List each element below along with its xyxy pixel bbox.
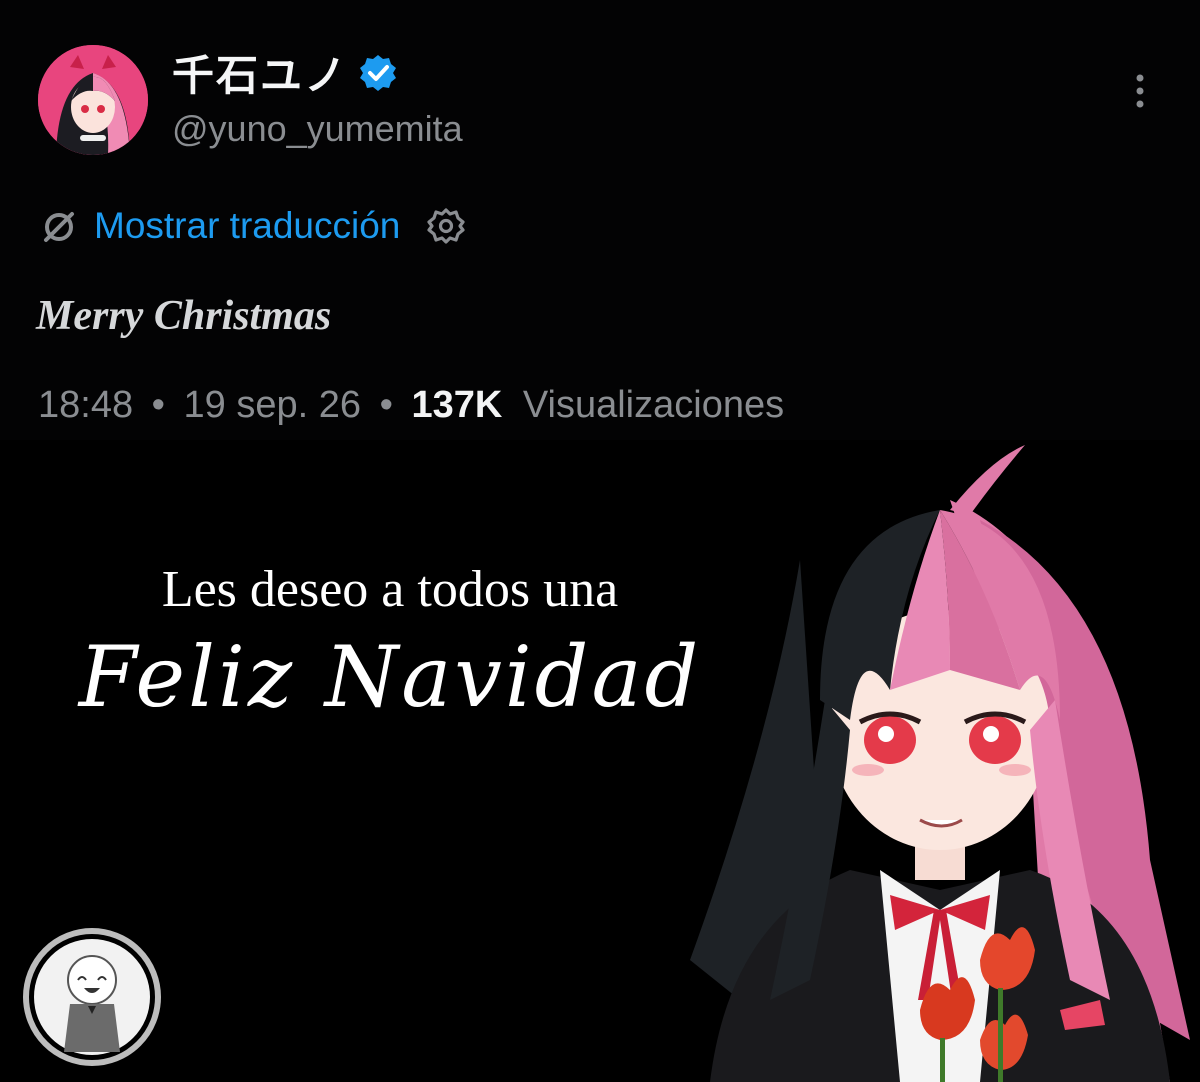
tweet-text: Merry Christmas	[36, 293, 332, 339]
watermark-logo	[23, 928, 161, 1066]
tweet-time[interactable]: 18:48	[38, 384, 133, 426]
display-name[interactable]: 千石ユノ	[172, 42, 348, 103]
verified-badge-icon	[360, 54, 397, 91]
tweet-card: 千石ユノ @yuno_yumemita Mostrar traducción M…	[0, 0, 1200, 440]
translate-icon	[44, 212, 74, 242]
user-handle[interactable]: @yuno_yumemita	[172, 108, 463, 150]
tweet-meta: 18:48 • 19 sep. 26 • 137K Visualizacione…	[38, 384, 784, 427]
views-count: 137K	[411, 384, 503, 426]
more-vertical-icon[interactable]	[1124, 70, 1156, 114]
name-row: 千石ユノ	[172, 42, 398, 103]
gear-icon[interactable]	[426, 206, 466, 246]
show-translation-link[interactable]: Mostrar traducción	[94, 205, 400, 247]
character-illustration	[690, 445, 1190, 1082]
meta-separator: •	[151, 384, 165, 426]
views-label: Visualizaciones	[522, 384, 785, 426]
translate-row: Mostrar traducción	[40, 205, 466, 247]
avatar[interactable]	[38, 45, 148, 155]
tweet-date[interactable]: 19 sep. 26	[184, 384, 361, 426]
meta-separator: •	[379, 384, 393, 426]
